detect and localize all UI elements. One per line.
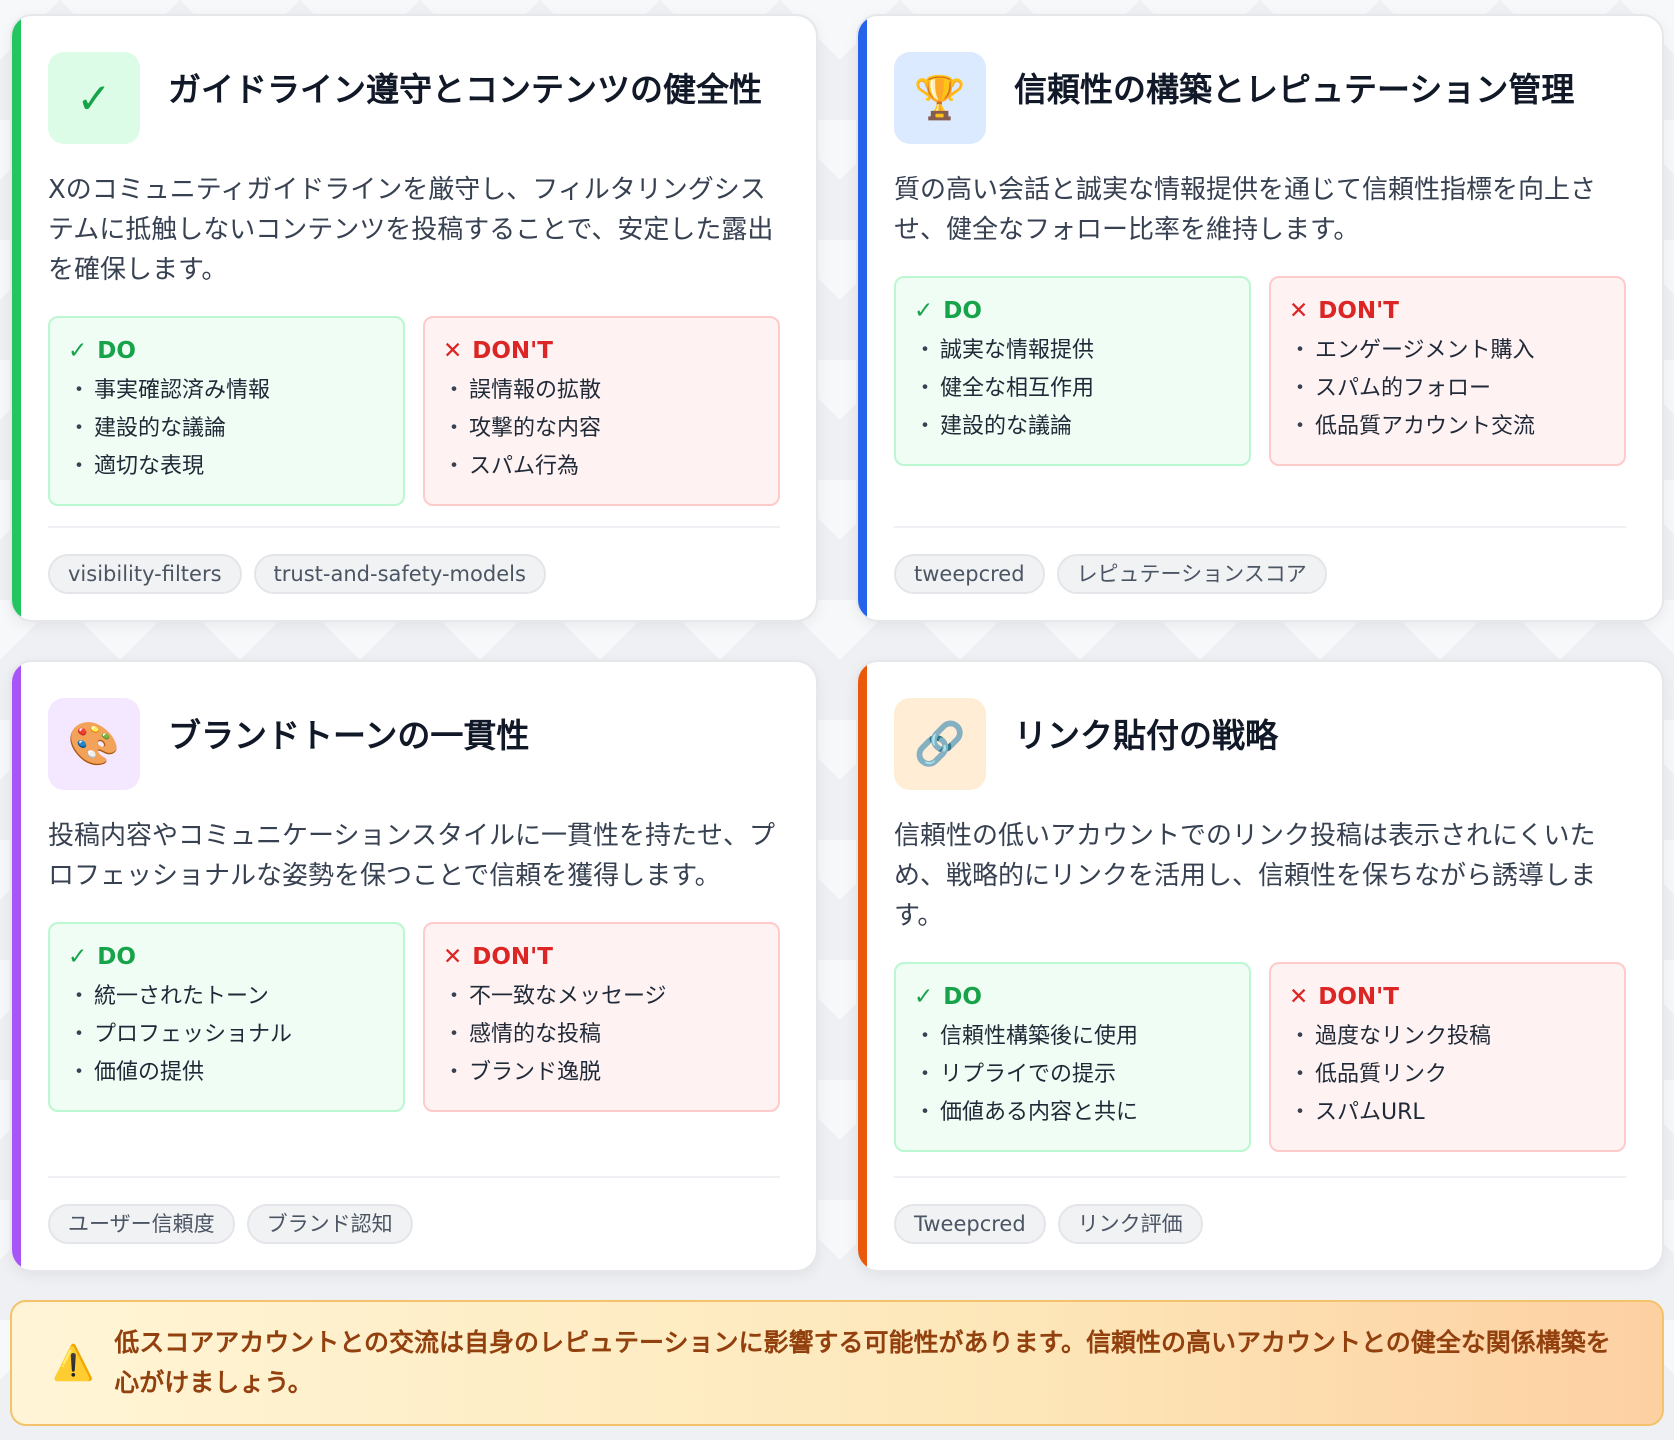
do-label: DO: [943, 298, 982, 324]
link-icon: 🔗: [894, 698, 986, 790]
list-item: ・健全な相互作用: [914, 376, 1095, 401]
list-item: ・誠実な情報提供: [914, 338, 1095, 363]
list-item: ・低品質リンク: [1289, 1062, 1448, 1087]
list-item: ・過度なリンク投稿: [1289, 1024, 1492, 1049]
card-description: Xのコミュニティガイドラインを厳守し、フィルタリングシステムに抵触しないコンテン…: [48, 175, 774, 285]
list-item: ・価値ある内容と共に: [914, 1100, 1139, 1125]
tag[interactable]: レピュテーションスコア: [1056, 554, 1327, 594]
card-description: 質の高い会話と誠実な情報提供を通じて信頼性指標を向上させ、健全なフォロー比率を維…: [894, 175, 1597, 245]
list-item: ・スパム的フォロー: [1289, 376, 1492, 401]
card-description: 信頼性の低いアカウントでのリンク投稿は表示されにくいため、戦略的にリンクを活用し…: [894, 821, 1597, 931]
warning-text: 低スコアアカウントとの交流は自身のレピュテーションに影響する可能性があります。信…: [114, 1328, 1611, 1397]
cross-icon: ✕: [443, 944, 463, 970]
warning-icon: ⚠️: [52, 1343, 95, 1383]
dont-box: ✕ DON'T ・エンゲージメント購入 ・スパム的フォロー ・低品質アカウント交流: [1269, 276, 1626, 466]
list-item: ・感情的な投稿: [443, 1022, 602, 1047]
check-icon: ✓: [68, 944, 88, 970]
card-description: 投稿内容やコミュニケーションスタイルに一貫性を持たせ、プロフェッショナルな姿勢を…: [48, 821, 775, 891]
card-guidelines: ✓ ガイドライン遵守とコンテンツの健全性 Xのコミュニティガイドラインを厳守し、…: [10, 14, 818, 622]
card-reputation: 🏆 信頼性の構築とレピュテーション管理 質の高い会話と誠実な情報提供を通じて信頼…: [856, 14, 1664, 622]
list-item: ・スパムURL: [1289, 1100, 1425, 1125]
cross-icon: ✕: [1289, 984, 1309, 1010]
warning-banner: ⚠️ 低スコアアカウントとの交流は自身のレピュテーションに影響する可能性がありま…: [10, 1300, 1664, 1426]
dont-box: ✕ DON'T ・不一致なメッセージ ・感情的な投稿 ・ブランド逸脱: [423, 922, 780, 1112]
cross-icon: ✕: [443, 338, 463, 364]
list-item: ・リプライでの提示: [914, 1062, 1117, 1087]
do-label: DO: [943, 984, 982, 1010]
tag[interactable]: ブランド認知: [246, 1204, 413, 1244]
card-title: リンク貼付の戦略: [1014, 716, 1278, 755]
list-item: ・ブランド逸脱: [443, 1060, 602, 1085]
do-box: ✓ DO ・信頼性構築後に使用 ・リプライでの提示 ・価値ある内容と共に: [894, 962, 1251, 1152]
check-icon: ✓: [48, 52, 140, 144]
tag[interactable]: Tweepcred: [894, 1204, 1046, 1244]
card-brand-tone: 🎨 ブランドトーンの一貫性 投稿内容やコミュニケーションスタイルに一貫性を持たせ…: [10, 660, 818, 1272]
do-box: ✓ DO ・誠実な情報提供 ・健全な相互作用 ・建設的な議論: [894, 276, 1251, 466]
do-box: ✓ DO ・事実確認済み情報 ・建設的な議論 ・適切な表現: [48, 316, 405, 506]
list-item: ・攻撃的な内容: [443, 416, 602, 441]
do-label: DO: [97, 338, 136, 364]
tag[interactable]: tweepcred: [894, 554, 1045, 594]
do-box: ✓ DO ・統一されたトーン ・プロフェッショナル ・価値の提供: [48, 922, 405, 1112]
list-item: ・プロフェッショナル: [68, 1022, 293, 1047]
list-item: ・建設的な議論: [68, 416, 227, 441]
tag[interactable]: visibility-filters: [48, 554, 242, 594]
tag[interactable]: ユーザー信頼度: [48, 1204, 235, 1244]
card-title: 信頼性の構築とレピュテーション管理: [1014, 70, 1575, 109]
dont-label: DON'T: [1318, 984, 1399, 1010]
tag[interactable]: リンク評価: [1057, 1204, 1203, 1244]
list-item: ・統一されたトーン: [68, 984, 269, 1009]
tag-list: ユーザー信頼度 ブランド認知: [48, 1176, 780, 1270]
dont-label: DON'T: [1318, 298, 1399, 324]
list-item: ・低品質アカウント交流: [1289, 414, 1536, 439]
cross-icon: ✕: [1289, 298, 1309, 324]
list-item: ・適切な表現: [68, 454, 205, 479]
tag-list: Tweepcred リンク評価: [894, 1176, 1626, 1270]
tag-list: visibility-filters trust-and-safety-mode…: [48, 526, 780, 620]
check-icon: ✓: [914, 298, 934, 324]
do-label: DO: [97, 944, 136, 970]
card-title: ガイドライン遵守とコンテンツの健全性: [168, 70, 762, 109]
list-item: ・信頼性構築後に使用: [914, 1024, 1139, 1049]
check-icon: ✓: [914, 984, 934, 1010]
tag[interactable]: trust-and-safety-models: [253, 554, 546, 594]
trophy-icon: 🏆: [894, 52, 986, 144]
list-item: ・建設的な議論: [914, 414, 1073, 439]
list-item: ・誤情報の拡散: [443, 378, 602, 403]
list-item: ・スパム行為: [443, 454, 580, 479]
list-item: ・事実確認済み情報: [68, 378, 271, 403]
card-link-strategy: 🔗 リンク貼付の戦略 信頼性の低いアカウントでのリンク投稿は表示されにくいため、…: [856, 660, 1664, 1272]
check-icon: ✓: [68, 338, 88, 364]
palette-icon: 🎨: [48, 698, 140, 790]
dont-label: DON'T: [472, 944, 553, 970]
dont-label: DON'T: [472, 338, 553, 364]
list-item: ・エンゲージメント購入: [1289, 338, 1535, 363]
dont-box: ✕ DON'T ・過度なリンク投稿 ・低品質リンク ・スパムURL: [1269, 962, 1626, 1152]
card-title: ブランドトーンの一貫性: [168, 716, 530, 755]
list-item: ・価値の提供: [68, 1060, 205, 1085]
tag-list: tweepcred レピュテーションスコア: [894, 526, 1626, 620]
dont-box: ✕ DON'T ・誤情報の拡散 ・攻撃的な内容 ・スパム行為: [423, 316, 780, 506]
list-item: ・不一致なメッセージ: [443, 984, 667, 1009]
